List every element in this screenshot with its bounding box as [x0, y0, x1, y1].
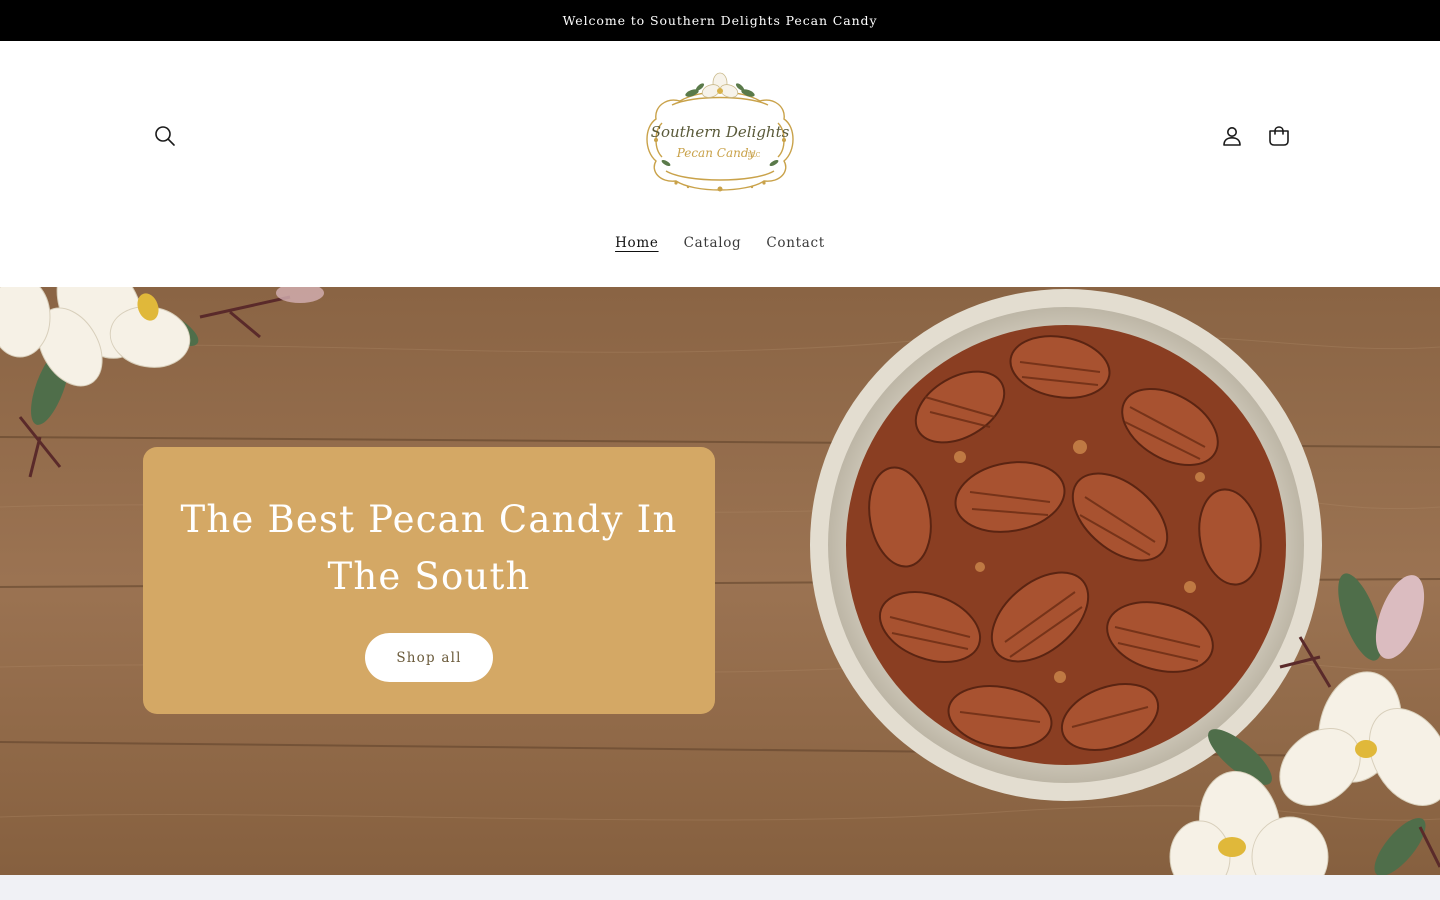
cart-icon: [1269, 126, 1289, 146]
site-header: Southern Delights Pecan Candy LLC Home C…: [0, 41, 1440, 287]
logo-subtitle: Pecan Candy: [676, 146, 756, 160]
search-icon: [155, 126, 175, 146]
logo-suffix: LLC: [748, 152, 761, 159]
logo-title: Southern Delights: [651, 123, 790, 141]
shop-all-button[interactable]: Shop all: [365, 633, 493, 682]
nav-item-home[interactable]: Home: [603, 235, 672, 251]
account-button[interactable]: [1212, 116, 1252, 156]
cart-button[interactable]: [1259, 116, 1299, 156]
announcement-text: Welcome to Southern Delights Pecan Candy: [562, 13, 878, 28]
next-section-strip: [0, 875, 1440, 900]
nav-item-catalog[interactable]: Catalog: [671, 235, 754, 251]
store-logo[interactable]: Southern Delights Pecan Candy LLC: [636, 71, 804, 201]
hero-title: The Best Pecan Candy In The South: [180, 498, 678, 598]
announcement-bar: Welcome to Southern Delights Pecan Candy: [0, 0, 1440, 41]
search-button[interactable]: [145, 116, 185, 156]
hero-banner: The Best Pecan Candy In The South Shop a…: [0, 287, 1440, 875]
hero-text-panel: The Best Pecan Candy In The South Shop a…: [143, 447, 715, 714]
nav-item-contact[interactable]: Contact: [754, 235, 838, 251]
account-icon: [1223, 127, 1241, 146]
main-nav: Home Catalog Contact: [0, 225, 1440, 261]
